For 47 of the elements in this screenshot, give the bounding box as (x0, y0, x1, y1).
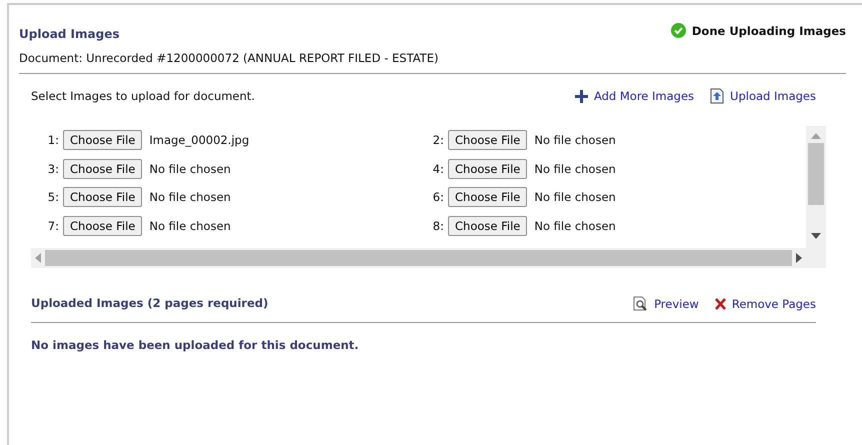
row-number: 6: (432, 190, 444, 204)
vertical-scrollbar[interactable] (806, 126, 826, 248)
row-number: 2: (432, 133, 444, 148)
x-icon (714, 298, 726, 310)
file-name: Image_00002.jpg (149, 133, 250, 148)
choose-file-button[interactable]: Choose File (63, 158, 142, 179)
file-name: No file chosen (149, 190, 231, 204)
check-circle-icon (670, 23, 686, 38)
scroll-down-icon[interactable] (811, 233, 821, 239)
choose-file-button[interactable]: Choose File (63, 187, 142, 208)
file-name: No file chosen (534, 218, 616, 233)
section-title: Uploaded Images (2 pages required) (31, 296, 268, 310)
file-name: No file chosen (534, 190, 616, 204)
status-text: Done Uploading Images (692, 24, 846, 38)
panel-title: Upload Images (19, 27, 120, 41)
row-number: 5: (46, 190, 59, 204)
row-number: 7: (46, 218, 59, 233)
upload-document-icon (710, 88, 724, 104)
row-number: 4: (432, 162, 444, 176)
choose-file-button[interactable]: Choose File (63, 216, 142, 236)
scroll-up-icon[interactable] (811, 133, 821, 139)
scrollbar-thumb[interactable] (45, 250, 792, 266)
scroll-right-icon[interactable] (796, 253, 802, 263)
file-name: No file chosen (534, 133, 616, 148)
magnifier-document-icon (633, 296, 648, 311)
instruction-text: Select Images to upload for document. (31, 89, 255, 103)
choose-file-button[interactable]: Choose File (448, 187, 528, 208)
horizontal-scrollbar[interactable] (31, 248, 806, 268)
choose-file-button[interactable]: Choose File (448, 216, 528, 236)
file-name: No file chosen (534, 162, 616, 176)
add-images-link[interactable]: Add More Images (574, 88, 694, 104)
preview-link[interactable]: Preview (633, 296, 699, 311)
scroll-left-icon[interactable] (35, 253, 41, 263)
choose-file-button[interactable]: Choose File (63, 130, 142, 150)
document-label: Document: Unrecorded #1200000072 (ANNUAL REPORT FILED - ESTATE) (19, 51, 440, 65)
choose-file-button[interactable]: Choose File (448, 158, 528, 179)
empty-message: No images have been uploaded for this document. (31, 338, 360, 352)
file-name: No file chosen (149, 218, 231, 233)
row-number: 3: (46, 162, 59, 176)
choose-file-button[interactable]: Choose File (448, 130, 528, 150)
plus-icon (574, 90, 588, 102)
row-number: 1: (46, 133, 59, 148)
file-name: No file chosen (149, 162, 231, 176)
upload-images-link[interactable]: Upload Images (710, 88, 816, 104)
row-number: 8: (432, 218, 444, 233)
scrollbar-thumb[interactable] (808, 143, 824, 205)
remove-pages-link[interactable]: Remove Pages (714, 296, 816, 311)
